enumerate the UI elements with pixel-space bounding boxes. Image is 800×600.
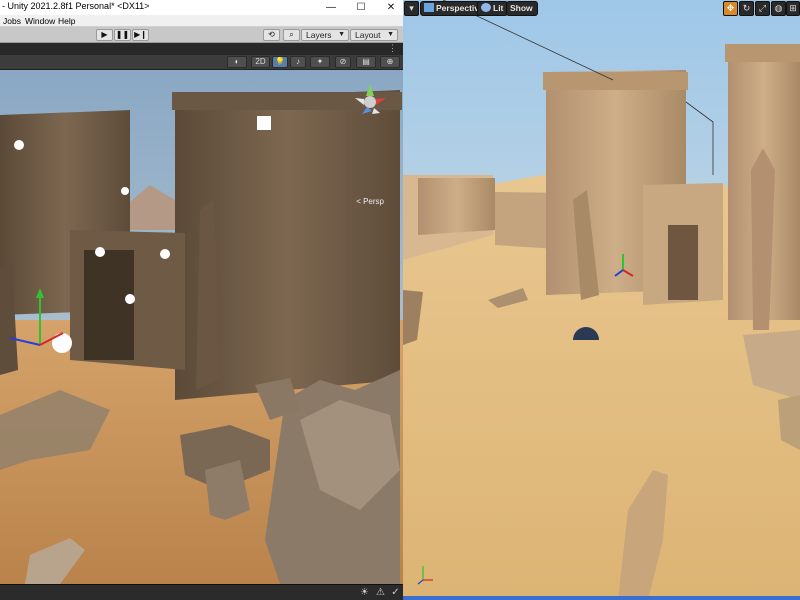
- unity-title-bar: - Unity 2021.2.8f1 Personal* <DX11> — ☐ …: [0, 0, 403, 15]
- unreal-editor-viewport[interactable]: ▾ Perspective Lit Show ✥ ↻ ⤢ ◍ ⊞: [403, 0, 800, 600]
- viewport-menu-icon[interactable]: ▾: [404, 1, 419, 16]
- history-icon[interactable]: ⟲: [263, 29, 280, 41]
- menu-bar: Jobs Window Help: [0, 15, 403, 27]
- rotate-icon[interactable]: ↻: [739, 1, 754, 16]
- layers-label: Layers: [306, 30, 332, 40]
- unity-scene-render: [0, 70, 403, 584]
- warnings-icon[interactable]: ⚠: [374, 586, 387, 599]
- pause-button[interactable]: ❚❚: [114, 29, 131, 41]
- layout-label: Layout: [355, 30, 381, 40]
- lit-label: Lit: [493, 3, 504, 13]
- window-title: - Unity 2021.2.8f1 Personal* <DX11>: [2, 1, 150, 11]
- camera-settings-icon[interactable]: ▤: [356, 56, 376, 68]
- chevron-down-icon: ▼: [387, 31, 394, 38]
- show-button[interactable]: Show: [506, 1, 538, 16]
- world-space-icon[interactable]: ◍: [771, 1, 786, 16]
- effects-toggle-icon[interactable]: ✦: [310, 56, 330, 68]
- tab-menu-icon[interactable]: ⋮: [388, 43, 397, 54]
- check-icon[interactable]: ✓: [389, 586, 402, 599]
- minimize-button[interactable]: —: [316, 0, 346, 15]
- unity-scene-viewport[interactable]: < Persp: [0, 70, 403, 584]
- perspective-icon: [424, 3, 434, 12]
- layers-dropdown[interactable]: Layers ▼: [301, 29, 349, 41]
- scene-view-toolbar: ◐ 2D 💡 ♪ ✦ ⊘ ▤ ⊕: [0, 55, 403, 70]
- menu-help[interactable]: Help: [58, 15, 75, 27]
- chevron-down-icon: ▼: [338, 31, 345, 38]
- unity-editor-window: - Unity 2021.2.8f1 Personal* <DX11> — ☐ …: [0, 0, 403, 600]
- scene-tab-strip: ⋮: [0, 43, 403, 55]
- play-button[interactable]: ▶: [96, 29, 113, 41]
- lighting-toggle-icon[interactable]: 💡: [272, 56, 288, 68]
- taskbar-strip: [403, 596, 800, 600]
- perspective-label[interactable]: < Persp: [356, 197, 384, 206]
- step-button[interactable]: ▶❙: [132, 29, 149, 41]
- maximize-button[interactable]: ☐: [346, 0, 376, 15]
- menu-window[interactable]: Window: [25, 15, 55, 27]
- mode-2d-toggle[interactable]: 2D: [251, 56, 270, 68]
- unreal-scene-render: [403, 0, 800, 600]
- surface-snap-icon[interactable]: ⊞: [786, 1, 800, 16]
- lit-button[interactable]: Lit: [477, 1, 509, 16]
- scale-icon[interactable]: ⤢: [755, 1, 770, 16]
- audio-toggle-icon[interactable]: ♪: [290, 56, 306, 68]
- shading-mode-button[interactable]: ◐: [227, 56, 247, 68]
- search-icon[interactable]: ⌕: [283, 29, 300, 41]
- menu-jobs[interactable]: Jobs: [3, 15, 21, 27]
- move-icon[interactable]: ✥: [723, 1, 738, 16]
- lighting-status-icon[interactable]: ☀: [358, 586, 371, 599]
- lit-sphere-icon: [481, 3, 491, 12]
- layout-dropdown[interactable]: Layout ▼: [350, 29, 398, 41]
- status-bar: ☀ ⚠ ✓: [0, 584, 403, 600]
- close-button[interactable]: ✕: [376, 0, 403, 15]
- gizmos-icon[interactable]: ⊕: [380, 56, 400, 68]
- main-toolbar: ▶ ❚❚ ▶❙ ⟲ ⌕ Layers ▼ Layout ▼: [0, 27, 403, 43]
- hidden-objects-icon[interactable]: ⊘: [335, 56, 351, 68]
